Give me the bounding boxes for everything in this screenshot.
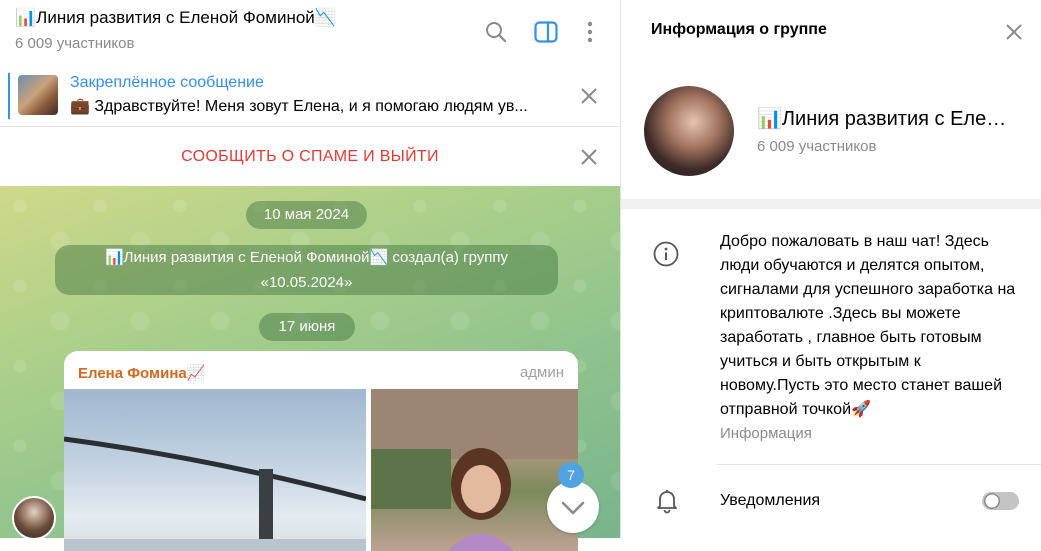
unread-count-badge: 7 [558,462,584,488]
pinned-title: Закреплённое сообщение [70,74,264,91]
pinned-indicator [8,73,10,119]
info-icon [652,240,680,268]
helicopter-rotor-graphic [64,436,367,551]
chat-member-count: 6 009 участников [15,35,135,52]
chat-header[interactable]: 📊Линия развития с Еленой Фоминой📉 6 009 … [0,0,620,67]
toggle-knob [984,493,1000,509]
spam-bar: СООБЩИТЬ О СПАМЕ И ВЫЙТИ [0,127,620,186]
chat-title[interactable]: 📊Линия развития с Еленой Фоминой📉 [15,8,336,28]
message-role-badge: админ [519,364,564,381]
group-member-count: 6 009 участников [757,138,877,155]
report-spam-button[interactable]: СООБЩИТЬ О СПАМЕ И ВЫЙТИ [0,127,620,186]
message-photo[interactable] [64,389,367,551]
panel-title: Информация о группе [651,21,827,38]
service-message-line1: 📊Линия развития с Еленой Фоминой📉 создал… [105,249,508,266]
group-info-panel: Информация о группе 📊Линия развития с Ел… [620,0,1041,538]
row-divider [716,464,1041,465]
bell-icon [654,487,680,515]
group-avatar[interactable] [644,86,734,176]
notifications-label: Уведомления [720,492,821,509]
service-message-line2: «10.05.2024» [260,274,353,291]
scroll-to-bottom-button[interactable] [547,481,599,533]
pinned-message-bar[interactable]: Закреплённое сообщение 💼 Здравствуйте! М… [0,66,620,127]
close-panel-icon[interactable] [1004,22,1024,42]
message-author[interactable]: Елена Фомина📈 [78,364,205,382]
close-spam-bar-icon[interactable] [579,147,599,167]
pinned-text: 💼 Здравствуйте! Меня зовут Елена, и я по… [70,98,528,115]
service-message: 📊Линия развития с Еленой Фоминой📉 создал… [55,245,558,295]
sender-avatar[interactable] [12,496,56,540]
date-separator: 17 июня [259,313,355,341]
section-divider [621,199,1041,209]
date-separator: 10 мая 2024 [246,201,367,229]
message-bubble[interactable]: Елена Фомина📈 админ [64,351,578,551]
chevron-down-icon [561,501,585,515]
pinned-thumbnail [18,75,58,115]
search-icon[interactable] [484,20,508,44]
group-name: 📊Линия развития с Еле… [757,108,1007,130]
description-label: Информация [720,425,812,442]
chat-pane: 📊Линия развития с Еленой Фоминой📉 6 009 … [0,0,620,551]
group-description: Добро пожаловать в наш чат! Здесь люди о… [720,233,1016,418]
close-pinned-icon[interactable] [579,86,599,106]
more-menu-icon[interactable] [578,20,602,44]
sidebar-toggle-icon[interactable] [534,20,558,44]
notifications-toggle[interactable] [982,492,1019,510]
